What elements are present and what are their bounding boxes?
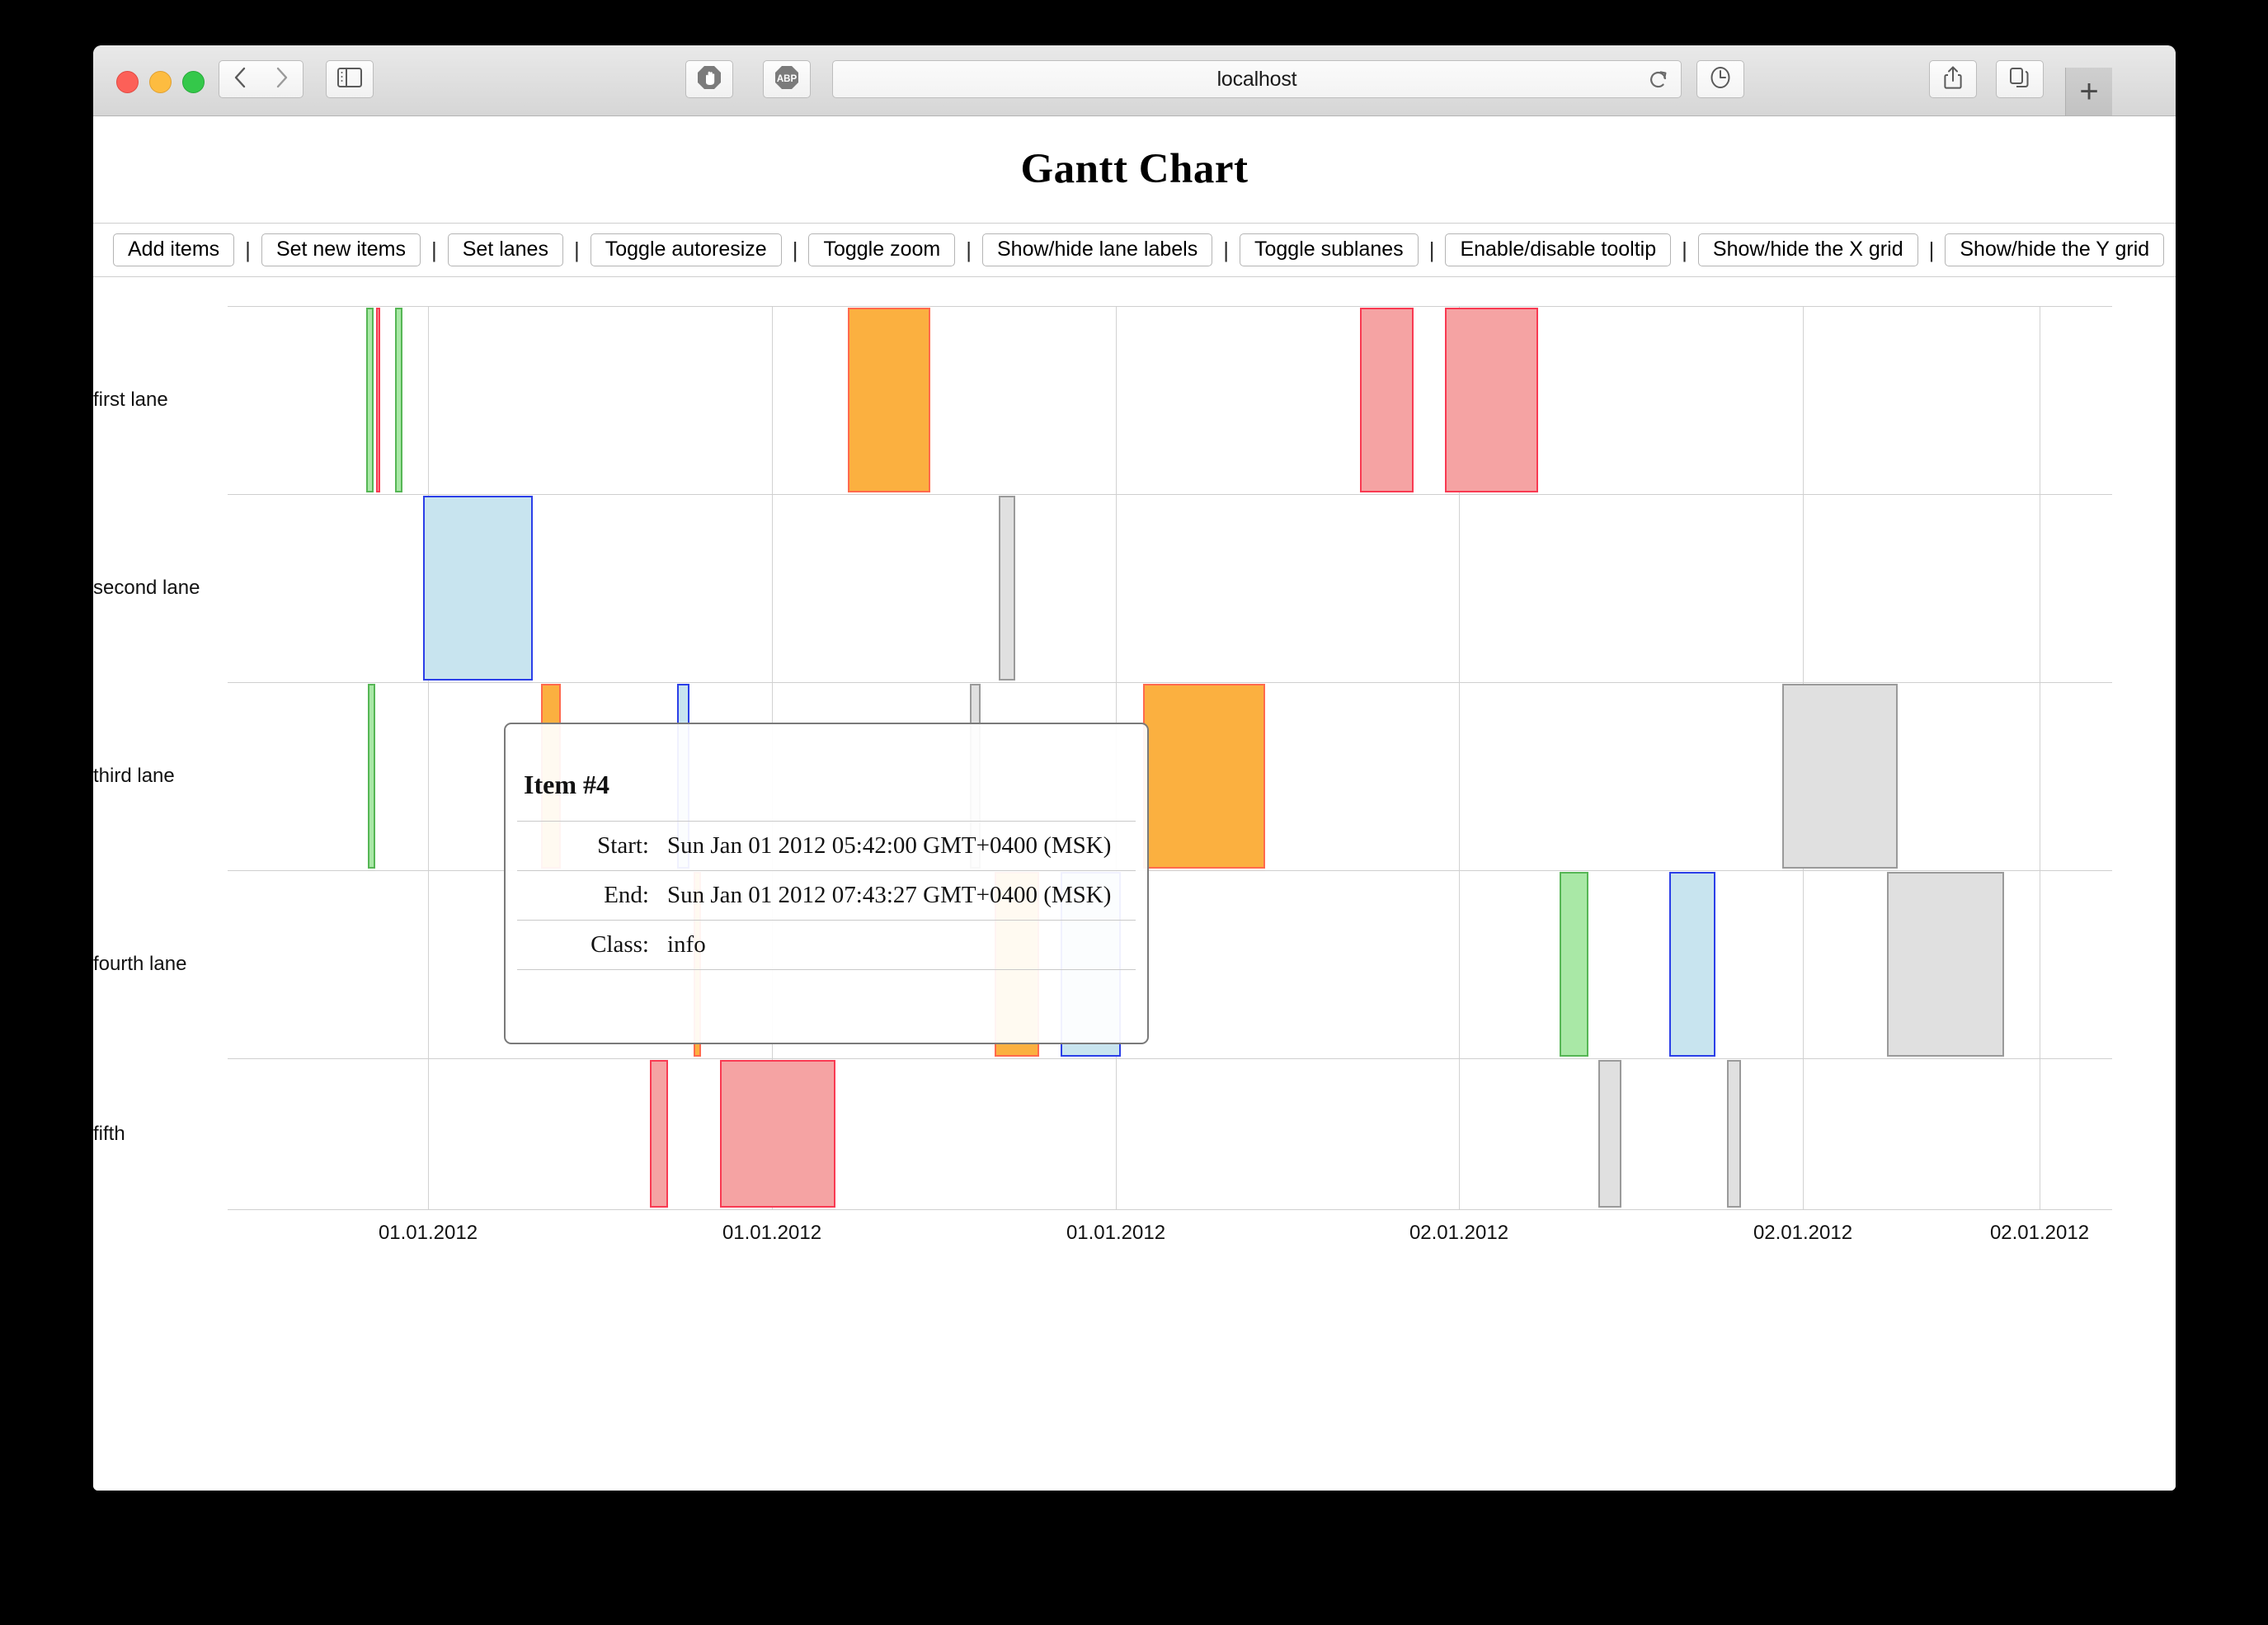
gantt-item[interactable] [1445,308,1538,492]
toolbar-separator: | [792,237,798,262]
chevron-left-icon [233,66,247,93]
reload-icon[interactable] [1648,68,1669,96]
controls-toolbar: Add items | Set new items | Set lanes | Toggle… [93,223,2176,277]
tooltip-row-key: Start: [517,821,667,871]
page-content: Gantt Chart Add items | Set new items | Set … [93,116,2176,1491]
toolbar-button-show-hide-the-y-grid[interactable]: Show/hide the Y grid [1945,233,2165,267]
tabs-icon [2008,66,2031,93]
y-gridline [228,682,2112,683]
gantt-item[interactable] [1560,872,1588,1057]
history-button[interactable] [1696,60,1744,98]
gantt-item[interactable] [848,308,930,492]
y-gridline [228,1058,2112,1059]
gantt-item[interactable] [376,308,380,492]
gantt-item[interactable] [395,308,402,492]
forward-button[interactable] [261,60,303,98]
toolbar-button-toggle-zoom[interactable]: Toggle zoom [808,233,956,267]
item-tooltip: Item #4 Start: Sun Jan 01 2012 05:42:00 G… [504,723,1149,1044]
gantt-item[interactable] [366,308,374,492]
close-window-button[interactable] [116,71,139,93]
toolbar-separator: | [245,237,251,262]
stop-hand-icon [697,65,722,94]
back-button[interactable] [219,60,261,98]
tooltip-row-key: Class: [517,920,667,970]
toolbar-button-enable-disable-tooltip[interactable]: Enable/disable tooltip [1445,233,1672,267]
gantt-item[interactable] [1727,1060,1741,1208]
address-bar[interactable]: localhost [832,60,1682,98]
toolbar-button-toggle-sublanes[interactable]: Toggle sublanes [1239,233,1419,267]
y-gridline [228,1209,2112,1210]
browser-window: ABP localhost + Gantt Chart Add items | … [93,45,2176,1491]
toolbar-separator: | [1682,237,1687,262]
x-gridline [428,306,429,1209]
x-axis-tick-label: 02.01.2012 [1753,1222,1853,1244]
toolbar-button-show-hide-the-x-grid[interactable]: Show/hide the X grid [1697,233,1918,267]
gantt-item[interactable] [423,496,533,681]
gantt-item[interactable] [999,496,1015,681]
toolbar-separator: | [966,237,972,262]
new-tab-button[interactable]: + [2065,68,2112,115]
chevron-right-icon [275,66,289,93]
gantt-item[interactable] [1360,308,1414,492]
toolbar-button-set-new-items[interactable]: Set new items [261,233,421,267]
show-sidebar-button[interactable] [326,60,374,98]
x-axis-tick-label: 01.01.2012 [1066,1222,1166,1244]
gantt-item[interactable] [1887,872,2004,1057]
svg-text:ABP: ABP [777,74,798,84]
toolbar-separator: | [1428,237,1435,262]
address-bar-text: localhost [1216,67,1297,91]
toolbar-button-toggle-autoresize[interactable]: Toggle autoresize [590,233,782,267]
toolbar-separator: | [573,237,580,262]
gantt-item[interactable] [1143,684,1265,869]
toolbar-separator: | [431,237,437,262]
lane-label-third-lane: third lane [93,765,175,787]
toolbar-button-set-lanes[interactable]: Set lanes [447,233,563,267]
tooltip-row-value: info [667,920,1136,970]
x-axis-tick-label: 02.01.2012 [1409,1222,1509,1244]
x-axis-tick-label: 01.01.2012 [722,1222,822,1244]
y-gridline [228,306,2112,307]
maximize-window-button[interactable] [182,71,205,93]
lane-label-fifth: fifth [93,1122,125,1145]
sidebar-icon [337,67,362,92]
tooltip-row: End: Sun Jan 01 2012 07:43:27 GMT+0400 (M… [517,870,1136,921]
gantt-item[interactable] [1782,684,1898,869]
browser-titlebar: ABP localhost + [93,45,2176,116]
toolbar-button-add-items[interactable]: Add items [113,233,235,267]
share-icon [1943,65,1963,94]
page-title: Gantt Chart [1020,146,1249,192]
adblock-plus-button[interactable]: ABP [763,60,811,98]
gantt-item[interactable] [650,1060,668,1208]
lane-label-fourth-lane: fourth lane [93,953,187,975]
show-all-tabs-button[interactable] [1996,60,2044,98]
lane-label-second-lane: second lane [93,577,200,599]
gantt-item[interactable] [368,684,375,869]
tooltip-title: Item #4 [524,770,609,799]
tooltip-table: Start: Sun Jan 01 2012 05:42:00 GMT+0400 … [517,821,1136,970]
tooltip-row-value: Sun Jan 01 2012 05:42:00 GMT+0400 (MSK) [667,821,1136,871]
x-axis-tick-label: 02.01.2012 [1989,1222,2090,1244]
share-button[interactable] [1929,60,1977,98]
toolbar-separator: | [1223,237,1229,262]
plus-icon: + [2079,73,2099,110]
toolbar-separator: | [2164,238,2176,263]
tooltip-row-key: End: [517,870,667,921]
gantt-item[interactable] [1669,872,1715,1057]
toolbar-button-show-hide-lane-labels[interactable]: Show/hide lane labels [981,233,1213,267]
lane-label-first-lane: first lane [93,389,168,411]
x-axis-tick-label: 01.01.2012 [378,1222,478,1244]
gantt-item[interactable] [1598,1060,1621,1208]
abp-icon: ABP [774,65,799,94]
toolbar-separator: | [1928,237,1935,262]
y-gridline [228,494,2112,495]
tooltip-row-value: Sun Jan 01 2012 07:43:27 GMT+0400 (MSK) [667,870,1136,921]
clock-icon [1709,65,1732,94]
minimize-window-button[interactable] [149,71,172,93]
gantt-item[interactable] [720,1060,835,1208]
tooltip-row: Start: Sun Jan 01 2012 05:42:00 GMT+0400 … [517,821,1136,871]
content-blocker-button[interactable] [685,60,733,98]
tooltip-row: Class: info [517,920,1136,970]
